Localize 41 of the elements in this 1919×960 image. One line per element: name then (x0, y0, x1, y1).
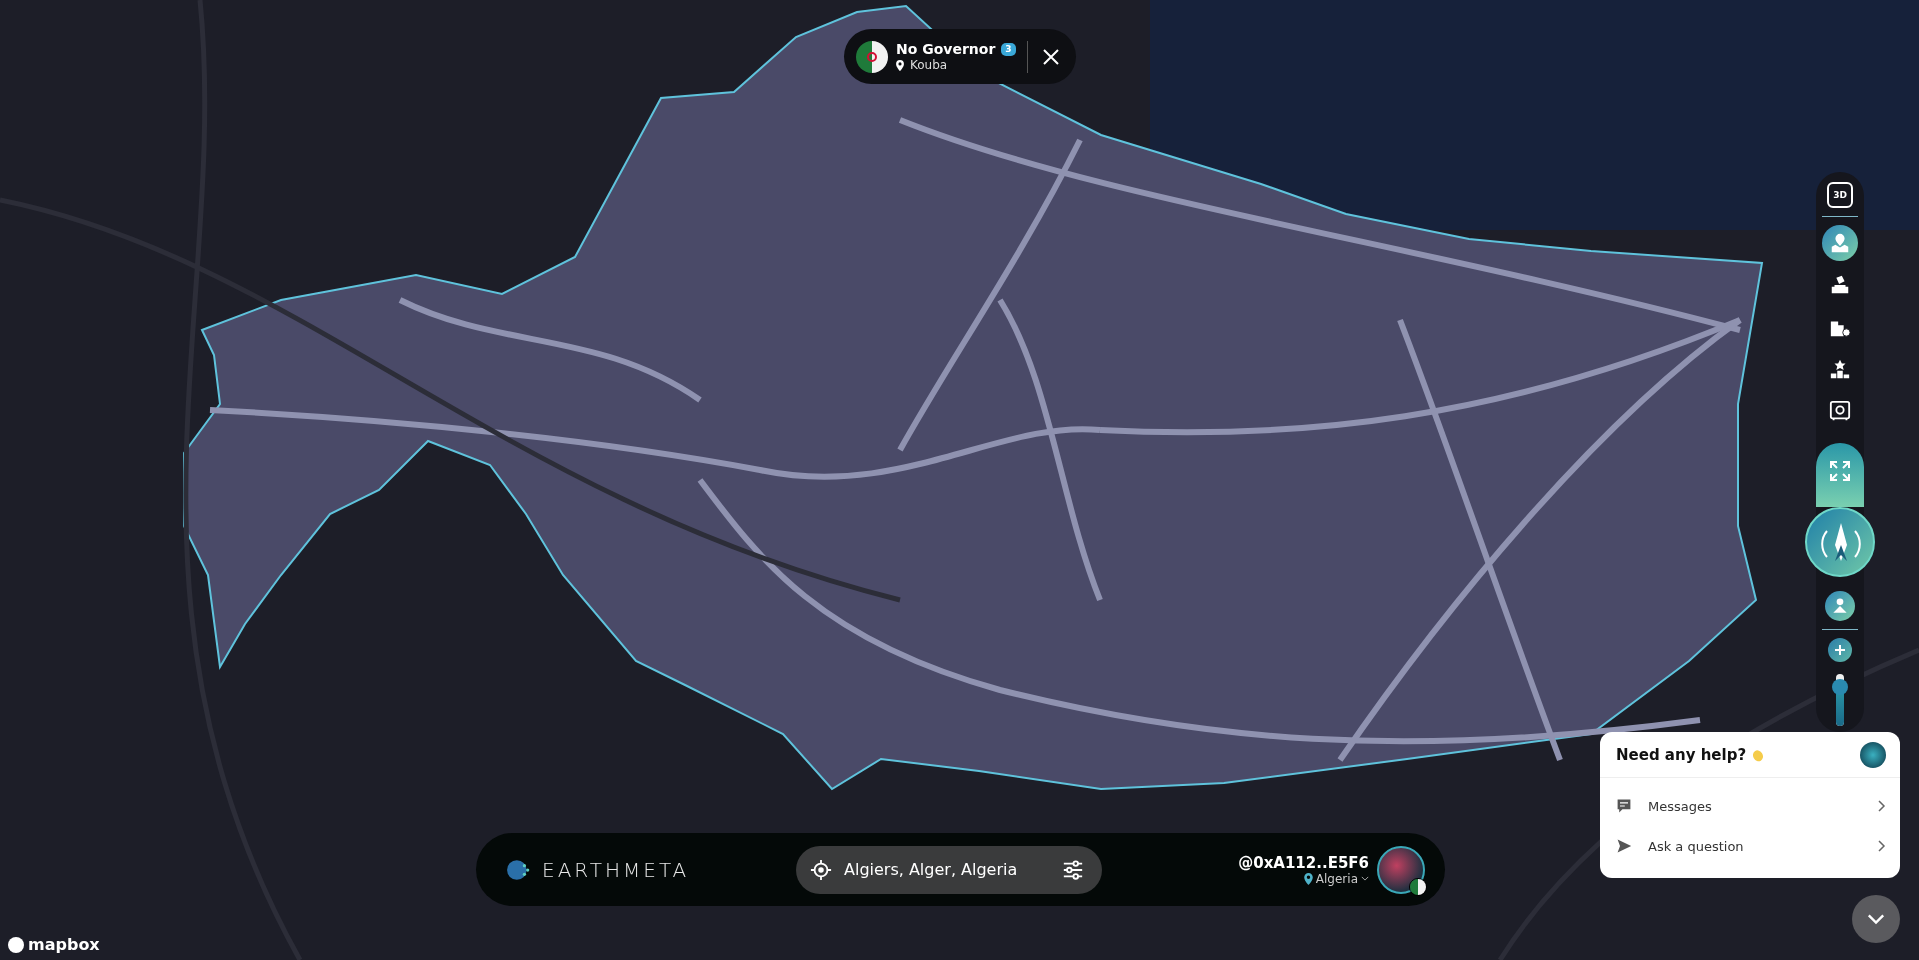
wallet-handle: @0xA112..E5F6 (1238, 853, 1369, 872)
globe-logo-icon (1860, 741, 1886, 768)
search-input[interactable]: Algiers, Alger, Algeria (842, 859, 1052, 880)
governor-title: No Governor (896, 41, 996, 57)
country-dropdown[interactable]: Algeria (1303, 871, 1369, 886)
flag-icon (1409, 877, 1427, 896)
fullscreen-button[interactable] (1816, 443, 1864, 507)
filter-icon[interactable] (1062, 858, 1084, 881)
expand-icon (1828, 459, 1852, 483)
messages-item[interactable]: Messages (1600, 786, 1900, 826)
map-drawing[interactable] (0, 0, 1919, 960)
help-title: Need any help? (1616, 745, 1747, 764)
chevron-icon (1878, 840, 1886, 852)
ballot-box-icon (1829, 274, 1851, 296)
search-field[interactable]: Algiers, Alger, Algeria (796, 845, 1102, 894)
pin-icon (1303, 872, 1313, 885)
plus-icon (1834, 644, 1846, 656)
podium-icon (1829, 358, 1851, 380)
zoom-in-button[interactable] (1828, 638, 1852, 662)
mapbox-logo[interactable]: mapbox (8, 935, 100, 954)
map-pin-person-icon (1829, 232, 1851, 254)
ask-question-item[interactable]: Ask a question (1600, 826, 1900, 866)
person-pin-icon (1830, 596, 1850, 616)
3d-view-button[interactable]: 3D (1827, 182, 1853, 208)
chat-icon (1616, 798, 1632, 814)
safe-icon (1829, 400, 1851, 422)
zoom-thumb[interactable] (1832, 679, 1848, 695)
pin-icon (896, 59, 904, 71)
locate-person-button[interactable] (1825, 591, 1855, 621)
locate-icon (810, 858, 832, 881)
send-icon (1616, 838, 1632, 854)
caret-icon (1361, 876, 1369, 881)
brand-name: EARTHMETA (542, 857, 690, 882)
avatar[interactable] (1377, 845, 1425, 894)
close-icon (1041, 46, 1061, 67)
location-label: Kouba (910, 58, 948, 72)
flag-icon (856, 40, 888, 73)
chevron-icon (1878, 800, 1886, 812)
map-user-tool[interactable] (1822, 225, 1858, 261)
level-badge: 3 (1001, 42, 1016, 56)
chevron-down-icon (1866, 913, 1886, 925)
